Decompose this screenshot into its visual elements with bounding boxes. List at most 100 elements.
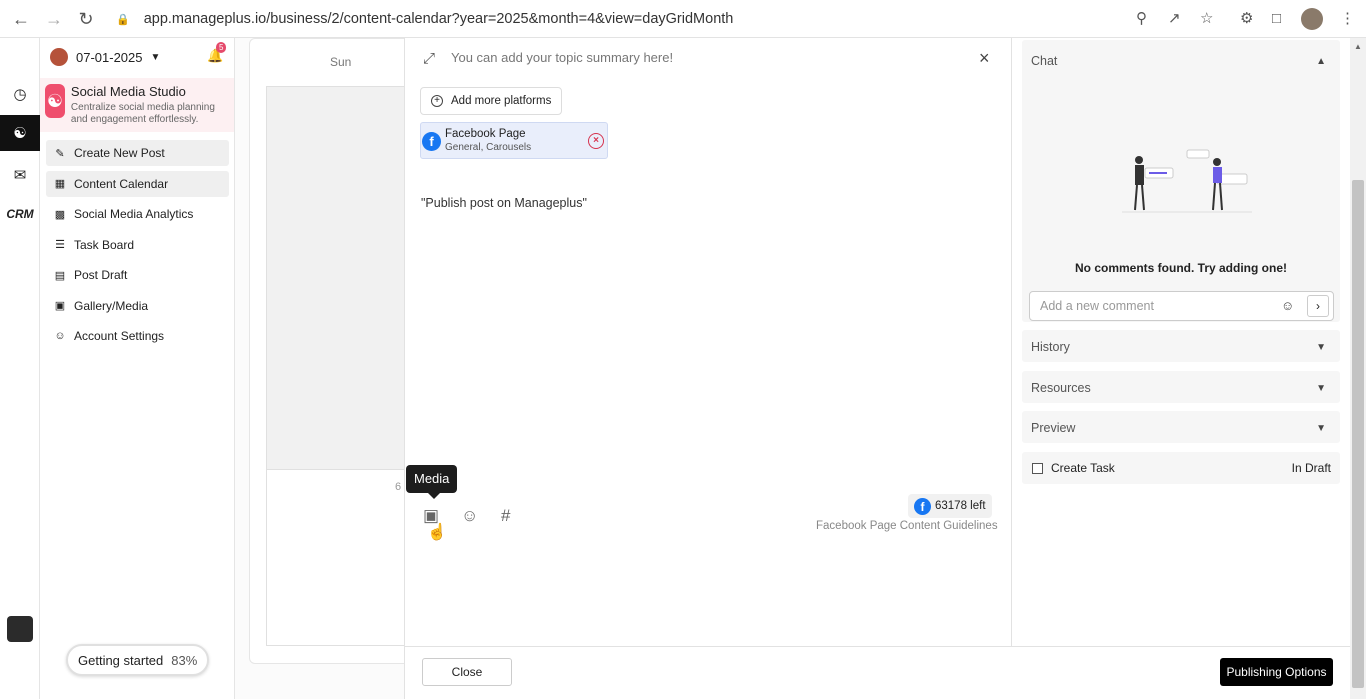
- profile-avatar[interactable]: [1301, 8, 1323, 30]
- history-title: History: [1031, 340, 1070, 354]
- sidebar-item-social-media-analytics[interactable]: ▩ Social Media Analytics: [46, 201, 229, 227]
- calendar-cell[interactable]: [266, 470, 405, 646]
- social-studio-icon[interactable]: ☯: [0, 115, 40, 151]
- document-icon: ▤: [54, 269, 66, 282]
- reload-icon[interactable]: ↻: [76, 9, 96, 29]
- calendar-cell[interactable]: [266, 86, 405, 470]
- create-task-row: Create Task In Draft: [1022, 452, 1340, 484]
- comment-input[interactable]: Add a new comment ☺ ›: [1029, 291, 1334, 321]
- sidebar-item-label: Create New Post: [74, 146, 165, 160]
- chat-title[interactable]: Chat: [1031, 54, 1057, 68]
- emoji-icon[interactable]: ☺: [1281, 298, 1294, 313]
- hashtag-icon[interactable]: #: [501, 506, 510, 526]
- studio-logo-icon: ☯: [45, 84, 65, 118]
- sidebar-menu: ✎ Create New Post ▦ Content Calendar ▩ Soci…: [46, 140, 229, 354]
- platform-chip-facebook[interactable]: f Facebook Page General, Carousels ×: [420, 122, 608, 159]
- chevron-down-icon: ▼: [150, 51, 161, 63]
- studio-header: ☯ Social Media Studio Centralize social …: [40, 78, 234, 132]
- status-badge: In Draft: [1291, 461, 1331, 475]
- preview-title: Preview: [1031, 421, 1076, 435]
- bar-chart-icon: ▩: [54, 208, 66, 221]
- add-more-platforms-button[interactable]: + Add more platforms: [420, 87, 563, 115]
- add-platforms-label: Add more platforms: [451, 95, 552, 107]
- address-bar[interactable]: 🔒 app.manageplus.io/business/2/content-c…: [108, 4, 1228, 34]
- chevron-down-icon: ▼: [1316, 342, 1326, 353]
- platform-name: Facebook Page: [445, 128, 526, 140]
- sidebar-item-label: Task Board: [74, 237, 135, 252]
- create-task-checkbox[interactable]: [1032, 463, 1043, 474]
- menu-dots-icon[interactable]: ⋮: [1340, 10, 1355, 28]
- sidebar-item-account-settings[interactable]: ☺ Account Settings: [46, 323, 229, 349]
- side-panel-icon[interactable]: □: [1272, 10, 1281, 28]
- resources-panel[interactable]: Resources ▼: [1022, 371, 1340, 403]
- create-task-label: Create Task: [1051, 461, 1115, 475]
- scrollbar-thumb[interactable]: [1352, 180, 1364, 688]
- close-button[interactable]: Close: [422, 658, 512, 686]
- close-icon[interactable]: ×: [979, 48, 990, 69]
- content-guidelines-link[interactable]: Facebook Page Content Guidelines: [816, 520, 998, 532]
- sidebar-item-create-new-post[interactable]: ✎ Create New Post: [46, 140, 229, 166]
- date-label: 07-01-2025: [76, 49, 143, 65]
- user-avatar[interactable]: [7, 616, 33, 642]
- day-header-sun: Sun: [330, 55, 352, 69]
- publishing-options-button[interactable]: Publishing Options: [1220, 658, 1333, 686]
- list-icon: ☰: [55, 239, 65, 251]
- calendar-area: Sun 6: [235, 38, 419, 699]
- resources-title: Resources: [1031, 381, 1091, 395]
- expand-icon[interactable]: ⤢: [423, 50, 435, 67]
- facebook-icon: f: [422, 132, 441, 151]
- date-selector[interactable]: 07-01-2025 ▼: [50, 48, 160, 66]
- preview-panel[interactable]: Preview ▼: [1022, 411, 1340, 443]
- bell-icon[interactable]: 🔔 5: [207, 42, 227, 64]
- edit-icon: ✎: [55, 147, 65, 160]
- calendar-icon: ▦: [54, 178, 66, 190]
- sidebar-item-label: Content Calendar: [74, 176, 169, 191]
- user-icon: ☺: [54, 330, 66, 342]
- sidebar-item-content-calendar[interactable]: ▦ Content Calendar: [46, 170, 229, 197]
- platform-subtitle: General, Carousels: [445, 142, 532, 153]
- image-icon: ▣: [54, 300, 66, 312]
- topic-summary-input[interactable]: You can add your topic summary here!: [451, 50, 673, 65]
- remove-platform-icon[interactable]: ×: [588, 133, 604, 149]
- post-content-text[interactable]: "Publish post on Manageplus": [421, 196, 587, 210]
- history-panel[interactable]: History ▼: [1022, 330, 1340, 362]
- sidebar-item-post-draft[interactable]: ▤ Post Draft: [46, 262, 229, 288]
- business-avatar: [50, 48, 68, 66]
- chevron-up-icon[interactable]: ▲: [1316, 56, 1326, 67]
- scrollbar[interactable]: ▲: [1350, 38, 1366, 699]
- day-number: 6: [395, 481, 402, 493]
- url-text: app.manageplus.io/business/2/content-cal…: [143, 11, 734, 27]
- crm-icon[interactable]: CRM: [0, 196, 40, 232]
- sidebar-item-gallery-media[interactable]: ▣ Gallery/Media: [46, 293, 229, 319]
- app-rail: ◷ ☯ ✉ CRM: [0, 38, 40, 699]
- forward-icon[interactable]: →: [44, 9, 64, 29]
- modal-footer: Close Publishing Options: [405, 646, 1351, 699]
- sidebar-item-label: Post Draft: [74, 268, 128, 282]
- star-icon[interactable]: ☆: [1200, 10, 1213, 28]
- getting-started-progress: 83%: [171, 652, 198, 668]
- dashboard-icon[interactable]: ◷: [0, 76, 40, 112]
- extensions-icon[interactable]: ⚙: [1240, 10, 1253, 28]
- mail-icon[interactable]: ✉: [0, 157, 40, 193]
- hand-cursor-icon: ☝: [427, 524, 447, 541]
- share-icon[interactable]: ↗: [1168, 10, 1181, 28]
- chat-panel: Chat ▲ No comments found. Try adding one…: [1022, 40, 1340, 322]
- zoom-icon[interactable]: ⚲: [1136, 10, 1147, 28]
- media-tooltip: Media: [406, 465, 458, 499]
- characters-left: 63178 left: [935, 500, 986, 512]
- sidebar-item-label: Social Media Analytics: [74, 207, 194, 221]
- character-count-badge: f 63178 left: [908, 494, 992, 518]
- sidebar-item-task-board[interactable]: ☰ Task Board: [46, 232, 229, 258]
- emoji-icon[interactable]: ☺: [461, 506, 478, 526]
- post-editor-modal: ⤢ You can add your topic summary here! ×…: [404, 38, 1351, 699]
- plus-circle-icon: +: [431, 95, 443, 107]
- browser-toolbar: ← → ↻ 🔒 app.manageplus.io/business/2/con…: [0, 0, 1366, 38]
- back-icon[interactable]: ←: [11, 9, 31, 29]
- studio-title: Social Media Studio: [70, 84, 186, 99]
- divider: [1011, 38, 1012, 646]
- scroll-up-icon[interactable]: ▲: [1354, 42, 1362, 51]
- getting-started-button[interactable]: Getting started 83%: [66, 644, 210, 676]
- send-icon[interactable]: ›: [1307, 295, 1329, 317]
- sidebar-item-label: Gallery/Media: [74, 298, 149, 313]
- notification-badge: 5: [216, 42, 227, 53]
